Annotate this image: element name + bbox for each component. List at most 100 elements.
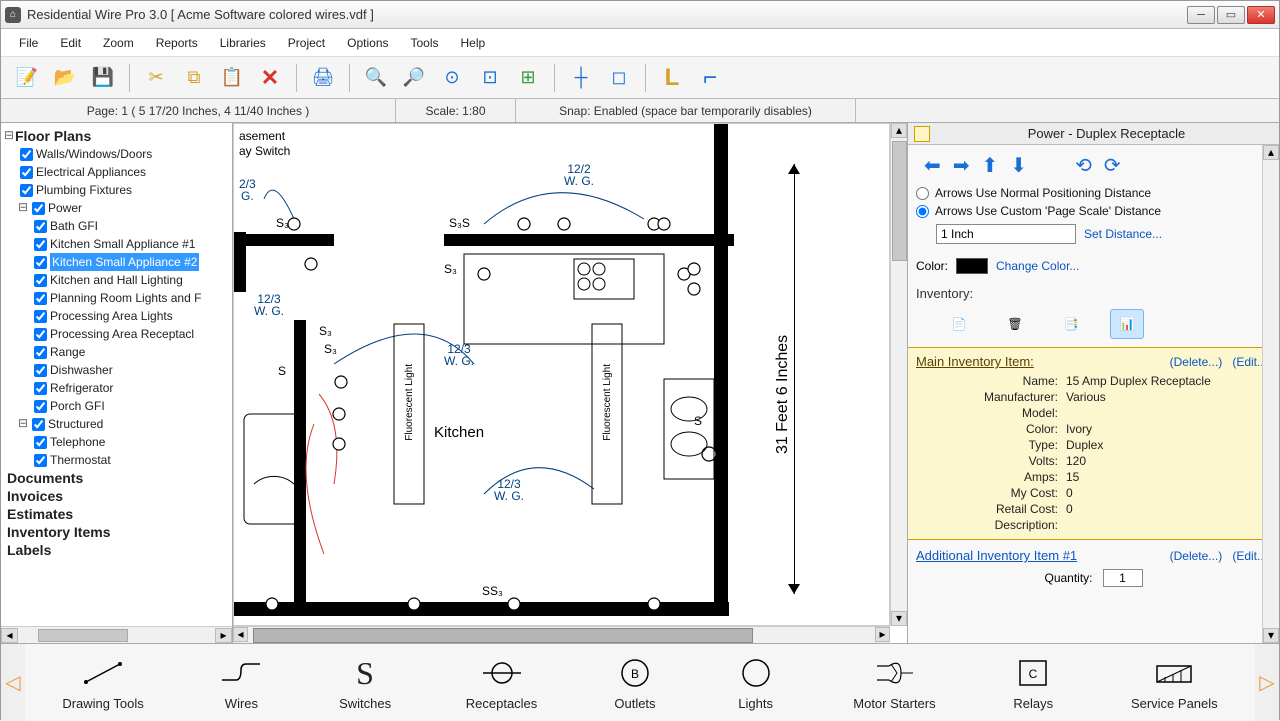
new-icon[interactable]: 📝 bbox=[9, 61, 45, 95]
distance-input[interactable] bbox=[936, 224, 1076, 244]
tree-toggle[interactable]: ⊟ bbox=[3, 127, 15, 145]
inventory-delete-link[interactable]: (Delete...) bbox=[1170, 355, 1223, 369]
palette-wires[interactable]: Wires bbox=[210, 650, 272, 715]
tree-documents[interactable]: Documents bbox=[3, 469, 230, 487]
tree-item-structured[interactable]: Structured bbox=[48, 415, 103, 433]
layer-checkbox[interactable] bbox=[34, 328, 47, 341]
zoom-in-icon[interactable]: 🔍 bbox=[358, 61, 394, 95]
canvas-hscroll[interactable]: ◂ ▸ bbox=[233, 626, 890, 643]
tree-item[interactable]: Walls/Windows/Doors bbox=[36, 145, 152, 163]
radio-custom-distance[interactable] bbox=[916, 205, 929, 218]
maximize-button[interactable]: ▭ bbox=[1217, 6, 1245, 24]
layer-checkbox[interactable] bbox=[20, 166, 33, 179]
palette-switches[interactable]: S Switches bbox=[331, 650, 399, 715]
layer-checkbox[interactable] bbox=[34, 382, 47, 395]
menu-zoom[interactable]: Zoom bbox=[93, 33, 144, 53]
tree-invoices[interactable]: Invoices bbox=[3, 487, 230, 505]
arrow-up-icon[interactable]: ⬆ bbox=[982, 153, 999, 178]
arrow-right-icon[interactable]: ➡ bbox=[953, 153, 970, 178]
tree-item[interactable]: Bath GFI bbox=[50, 217, 98, 235]
layer-checkbox[interactable] bbox=[34, 220, 47, 233]
tree-item[interactable]: Telephone bbox=[50, 433, 105, 451]
tree-item[interactable]: Planning Room Lights and F bbox=[50, 289, 201, 307]
menu-file[interactable]: File bbox=[9, 33, 48, 53]
palette-drawing-tools[interactable]: Drawing Tools bbox=[54, 650, 151, 715]
tree-scrollbar[interactable]: ◂▸ bbox=[1, 626, 232, 643]
tree-item[interactable]: Range bbox=[50, 343, 85, 361]
menu-tools[interactable]: Tools bbox=[401, 33, 449, 53]
arrow-left-icon[interactable]: ⬅ bbox=[924, 153, 941, 178]
palette-prev[interactable]: ◁ bbox=[1, 644, 25, 721]
save-icon[interactable]: 💾 bbox=[85, 61, 121, 95]
rotate-left-icon[interactable]: L bbox=[654, 61, 690, 95]
menu-options[interactable]: Options bbox=[337, 33, 398, 53]
snap-grid-icon[interactable]: ┼ bbox=[563, 61, 599, 95]
additional-inventory-link[interactable]: Additional Inventory Item #1 bbox=[916, 548, 1077, 563]
paste-icon[interactable]: 📋 bbox=[214, 61, 250, 95]
tree-item[interactable]: Thermostat bbox=[50, 451, 111, 469]
snap-object-icon[interactable]: ◻ bbox=[601, 61, 637, 95]
radio-normal-distance[interactable] bbox=[916, 187, 929, 200]
layer-checkbox[interactable] bbox=[20, 184, 33, 197]
layer-checkbox[interactable] bbox=[32, 418, 45, 431]
zoom-out-icon[interactable]: 🔎 bbox=[396, 61, 432, 95]
inv-add-icon[interactable]: 📄 bbox=[942, 309, 976, 339]
minimize-button[interactable]: ─ bbox=[1187, 6, 1215, 24]
set-distance-link[interactable]: Set Distance... bbox=[1084, 227, 1162, 241]
menu-libraries[interactable]: Libraries bbox=[210, 33, 276, 53]
quantity-input[interactable] bbox=[1103, 569, 1143, 587]
zoom-fit-icon[interactable]: ⊙ bbox=[434, 61, 470, 95]
layer-checkbox[interactable] bbox=[34, 454, 47, 467]
change-color-link[interactable]: Change Color... bbox=[996, 259, 1079, 273]
palette-service-panels[interactable]: Service Panels bbox=[1123, 650, 1226, 715]
arrow-down-icon[interactable]: ⬇ bbox=[1010, 153, 1027, 178]
zoom-extents-icon[interactable]: ⊞ bbox=[510, 61, 546, 95]
menu-project[interactable]: Project bbox=[278, 33, 335, 53]
palette-motor-starters[interactable]: Motor Starters bbox=[845, 650, 943, 715]
inv-down-icon[interactable]: 📊 bbox=[1110, 309, 1144, 339]
layer-checkbox[interactable] bbox=[34, 310, 47, 323]
rotate-ccw-icon[interactable]: ⟲ bbox=[1075, 153, 1092, 178]
drawing-canvas[interactable]: 31 Feet 6 Inches Kitchen Fluorescent Lig… bbox=[233, 123, 907, 643]
tree-item-selected[interactable]: Kitchen Small Appliance #2 bbox=[50, 253, 199, 271]
tree-root[interactable]: Floor Plans bbox=[15, 127, 91, 145]
tree-item[interactable]: Plumbing Fixtures bbox=[36, 181, 132, 199]
open-icon[interactable]: 📂 bbox=[47, 61, 83, 95]
menu-help[interactable]: Help bbox=[451, 33, 496, 53]
tree-item-power[interactable]: Power bbox=[48, 199, 82, 217]
layer-checkbox[interactable] bbox=[34, 292, 47, 305]
layer-checkbox[interactable] bbox=[34, 274, 47, 287]
layer-checkbox[interactable] bbox=[34, 346, 47, 359]
menu-edit[interactable]: Edit bbox=[50, 33, 91, 53]
inv-up-icon[interactable]: 📑 bbox=[1054, 309, 1088, 339]
tree-toggle[interactable]: ⊟ bbox=[17, 415, 29, 433]
canvas-vscroll[interactable]: ▴ ▾ bbox=[890, 123, 907, 626]
tree-toggle[interactable]: ⊟ bbox=[17, 199, 29, 217]
tree-item[interactable]: Kitchen Small Appliance #1 bbox=[50, 235, 195, 253]
close-button[interactable]: ✕ bbox=[1247, 6, 1275, 24]
layer-checkbox[interactable] bbox=[34, 256, 47, 269]
layer-checkbox[interactable] bbox=[34, 364, 47, 377]
tree-estimates[interactable]: Estimates bbox=[3, 505, 230, 523]
layer-checkbox[interactable] bbox=[34, 436, 47, 449]
delete-icon[interactable]: ✕ bbox=[252, 61, 288, 95]
additional-delete-link[interactable]: (Delete...) bbox=[1170, 549, 1223, 563]
properties-vscroll[interactable]: ▴ ▾ bbox=[1262, 145, 1279, 643]
rotate-cw-icon[interactable]: ⟳ bbox=[1104, 153, 1121, 178]
palette-next[interactable]: ▷ bbox=[1255, 644, 1279, 721]
copy-icon[interactable]: ⧉ bbox=[176, 61, 212, 95]
tree-item[interactable]: Processing Area Receptacl bbox=[50, 325, 194, 343]
tree-labels[interactable]: Labels bbox=[3, 541, 230, 559]
rotate-right-icon[interactable]: ⌐ bbox=[692, 61, 728, 95]
layer-checkbox[interactable] bbox=[34, 400, 47, 413]
palette-lights[interactable]: Lights bbox=[725, 650, 787, 715]
tree-item[interactable]: Processing Area Lights bbox=[50, 307, 173, 325]
palette-relays[interactable]: C Relays bbox=[1002, 650, 1064, 715]
tree-item[interactable]: Dishwasher bbox=[50, 361, 113, 379]
layer-checkbox[interactable] bbox=[34, 238, 47, 251]
inv-remove-icon[interactable]: 🗑 bbox=[998, 309, 1032, 339]
palette-outlets[interactable]: B Outlets bbox=[604, 650, 666, 715]
tree-inventory[interactable]: Inventory Items bbox=[3, 523, 230, 541]
tree-item[interactable]: Electrical Appliances bbox=[36, 163, 146, 181]
palette-receptacles[interactable]: Receptacles bbox=[458, 650, 546, 715]
